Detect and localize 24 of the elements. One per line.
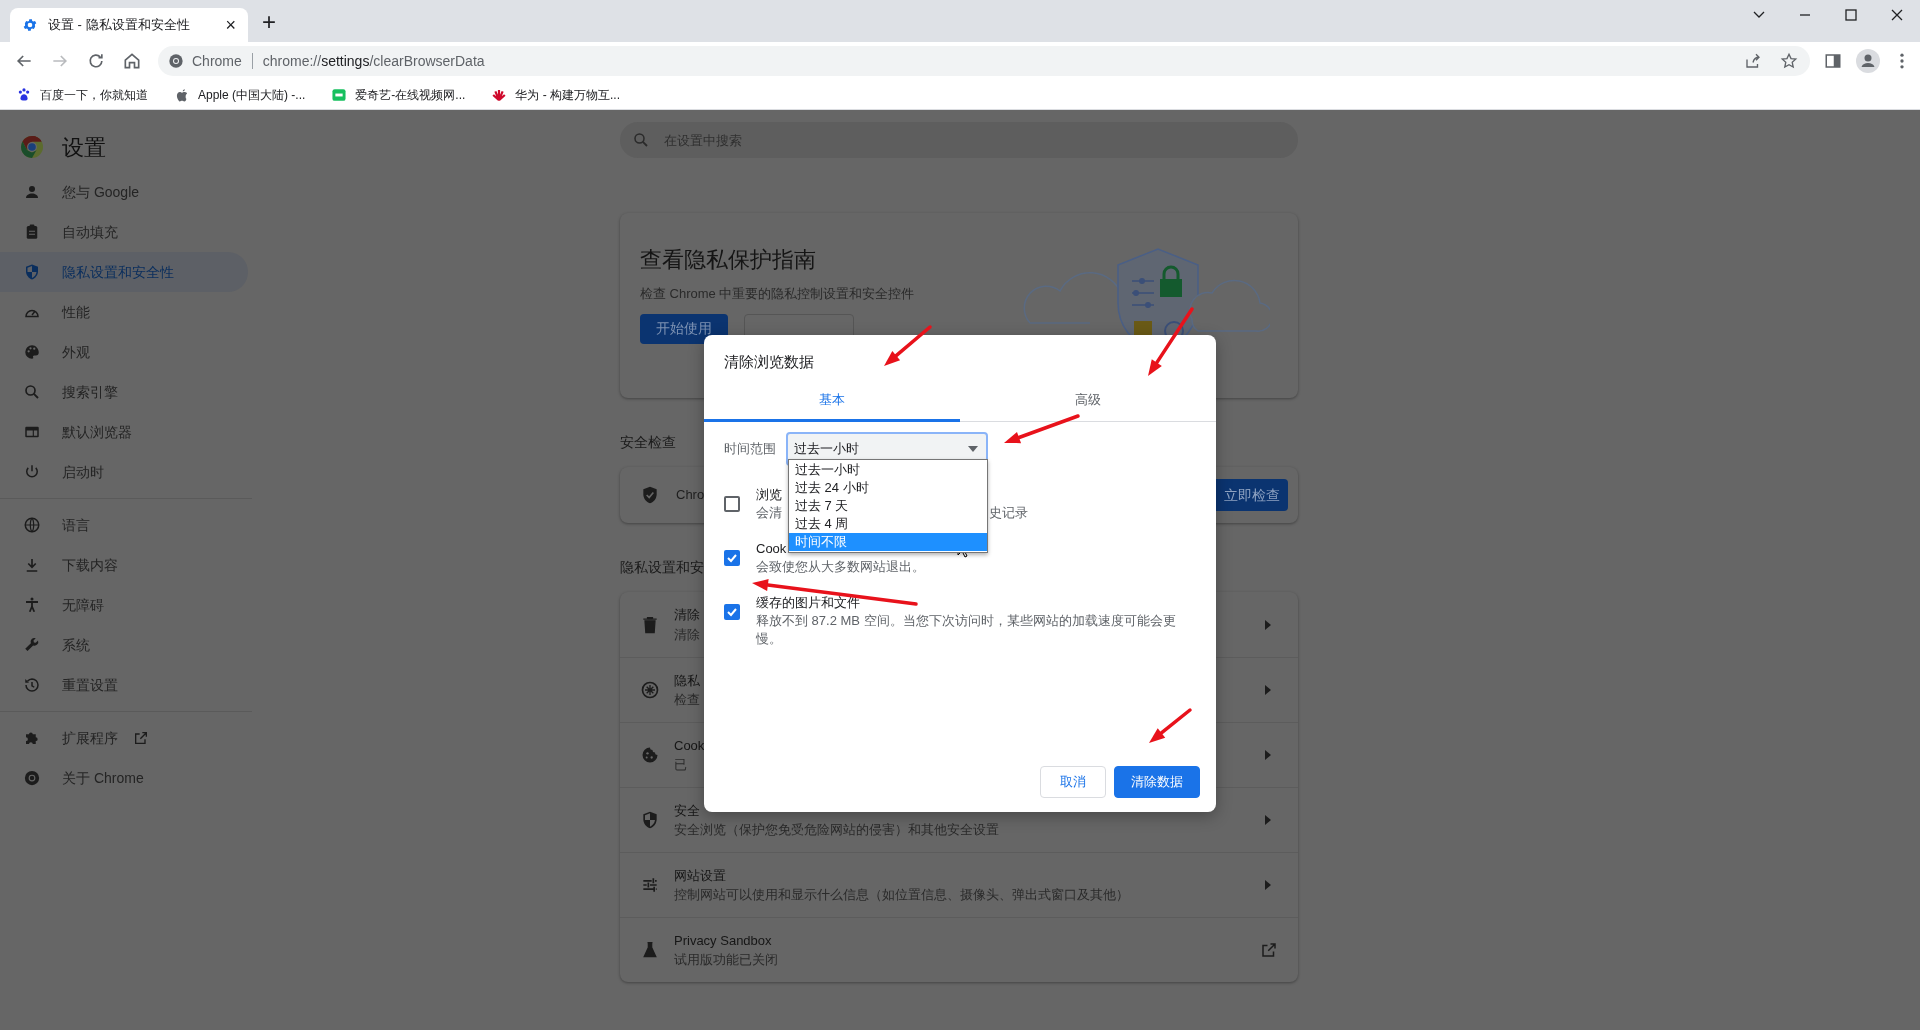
row-title: 安全 bbox=[674, 801, 700, 820]
row-title: 清除 bbox=[674, 606, 700, 624]
row-subtitle: 检查 bbox=[674, 691, 700, 709]
option-title: Cook bbox=[756, 539, 787, 558]
row-title: Privacy Sandbox bbox=[674, 931, 772, 950]
card-title: 查看隐私保护指南 bbox=[640, 246, 816, 274]
section-heading: 隐私设置和安 bbox=[620, 558, 704, 577]
row-title: 网站设置 bbox=[674, 866, 726, 885]
option-description: 释放不到 87.2 MB 空间。当您下次访问时，某些网站的加载速度可能会更慢。 bbox=[756, 611, 1177, 648]
option-description: 史记录 bbox=[989, 503, 1028, 522]
dialog-title: 清除浏览数据 bbox=[724, 352, 814, 372]
safety-check-text: Chro bbox=[676, 486, 705, 505]
site-label: Chrome bbox=[192, 51, 242, 71]
option-title: 浏览 bbox=[756, 485, 782, 504]
row-title: 隐私 bbox=[674, 671, 700, 690]
field-label: 时间范围 bbox=[724, 439, 776, 458]
settings-title: 设置 bbox=[62, 133, 106, 162]
option-description: 会致使您从大多数网站退出。 bbox=[756, 557, 925, 576]
url-text: chrome://settings/clearBrowserData bbox=[262, 51, 486, 71]
option-title: 缓存的图片和文件 bbox=[756, 593, 860, 612]
section-heading: 安全检查 bbox=[620, 433, 676, 452]
tab-title: 设置 - 隐私设置和安全性 bbox=[48, 16, 191, 35]
row-title: Cook bbox=[674, 736, 705, 755]
option-description: 会清 bbox=[756, 503, 782, 522]
